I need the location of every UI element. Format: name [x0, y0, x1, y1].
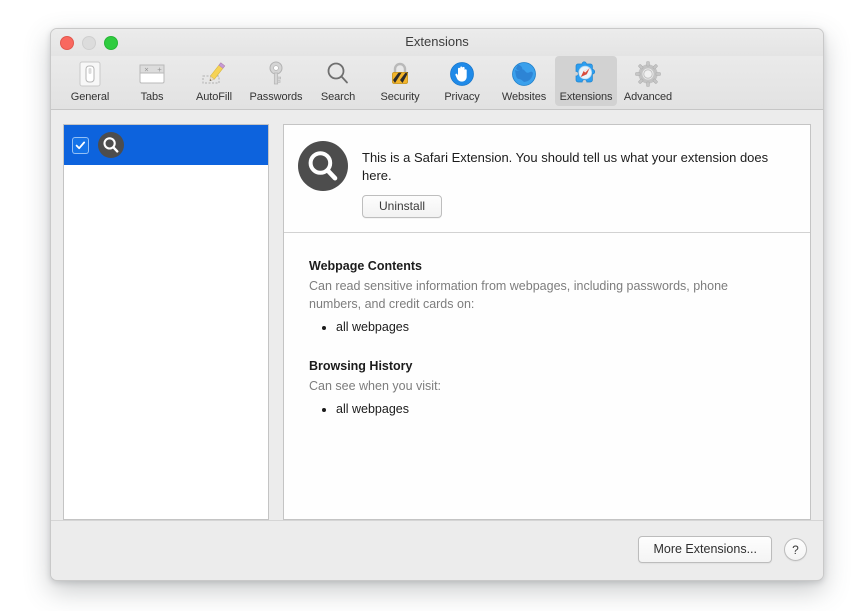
extension-detail-header: This is a Safari Extension. You should t…: [284, 125, 810, 233]
toolbar-item-autofill[interactable]: AutoFill: [183, 56, 245, 106]
toolbar-label-autofill: AutoFill: [196, 91, 232, 103]
extension-permissions: Webpage Contents Can read sensitive info…: [284, 233, 810, 519]
svg-text:+: +: [157, 67, 162, 74]
extension-detail-panel: This is a Safari Extension. You should t…: [283, 124, 811, 520]
extension-enabled-checkbox[interactable]: [72, 136, 89, 154]
toolbar-label-extensions: Extensions: [559, 91, 613, 103]
toolbar-item-general[interactable]: General: [59, 56, 121, 106]
key-icon: [260, 58, 292, 90]
toolbar-label-passwords: Passwords: [249, 91, 303, 103]
toolbar-label-tabs: Tabs: [140, 91, 164, 103]
checkmark-icon: [75, 141, 86, 149]
magnifier-icon: [322, 58, 354, 90]
toolbar-item-extensions[interactable]: Extensions: [555, 56, 617, 106]
list-item[interactable]: [64, 125, 268, 165]
preferences-window: Extensions General × + Tabs AutoFill Pas…: [50, 28, 824, 581]
toolbar-label-general: General: [70, 91, 110, 103]
help-button[interactable]: ?: [784, 538, 807, 561]
permission-description-webpage-contents: Can read sensitive information from webp…: [309, 278, 728, 312]
gear-icon: [632, 58, 664, 90]
toolbar-label-security: Security: [380, 91, 420, 103]
permission-title-webpage-contents: Webpage Contents: [309, 258, 422, 273]
toolbar-label-websites: Websites: [501, 91, 547, 103]
toolbar-item-privacy[interactable]: Privacy: [431, 56, 493, 106]
puzzle-compass-icon: [570, 58, 602, 90]
permission-scope-list-webpage-contents: all webpages: [309, 318, 792, 337]
magnifier-extension-icon: [298, 141, 348, 191]
general-icon: [74, 58, 106, 90]
uninstall-button[interactable]: Uninstall: [362, 194, 443, 218]
content-area: This is a Safari Extension. You should t…: [51, 110, 823, 520]
list-item: all webpages: [336, 400, 792, 419]
extensions-list[interactable]: [63, 124, 269, 520]
padlock-icon: [384, 58, 416, 90]
hand-icon: [446, 58, 478, 90]
permission-scope-list-browsing-history: all webpages: [309, 400, 792, 419]
list-item: all webpages: [336, 318, 792, 337]
extension-detail-text: This is a Safari Extension. You should t…: [362, 141, 792, 218]
toolbar-item-passwords[interactable]: Passwords: [245, 56, 307, 106]
window-title: Extensions: [405, 34, 469, 49]
toolbar-item-search[interactable]: Search: [307, 56, 369, 106]
toolbar-label-privacy: Privacy: [444, 91, 480, 103]
permission-description-browsing-history: Can see when you visit:: [309, 378, 442, 393]
window-footer: More Extensions... ?: [51, 520, 823, 578]
titlebar: Extensions: [51, 29, 823, 56]
toolbar-label-advanced: Advanced: [623, 91, 673, 103]
svg-text:×: ×: [144, 67, 149, 74]
permission-title-browsing-history: Browsing History: [309, 358, 413, 373]
globe-icon: [508, 58, 540, 90]
magnifier-extension-icon: [98, 132, 124, 158]
extension-description: This is a Safari Extension. You should t…: [362, 150, 769, 184]
preferences-toolbar: General × + Tabs AutoFill Passwords Sear…: [51, 56, 823, 110]
toolbar-item-websites[interactable]: Websites: [493, 56, 555, 106]
more-extensions-button[interactable]: More Extensions...: [638, 536, 772, 563]
tabs-icon: × +: [136, 58, 168, 90]
toolbar-item-tabs[interactable]: × + Tabs: [121, 56, 183, 106]
toolbar-label-search: Search: [320, 91, 356, 103]
toolbar-item-security[interactable]: Security: [369, 56, 431, 106]
autofill-pencil-icon: [198, 58, 230, 90]
toolbar-item-advanced[interactable]: Advanced: [617, 56, 679, 106]
